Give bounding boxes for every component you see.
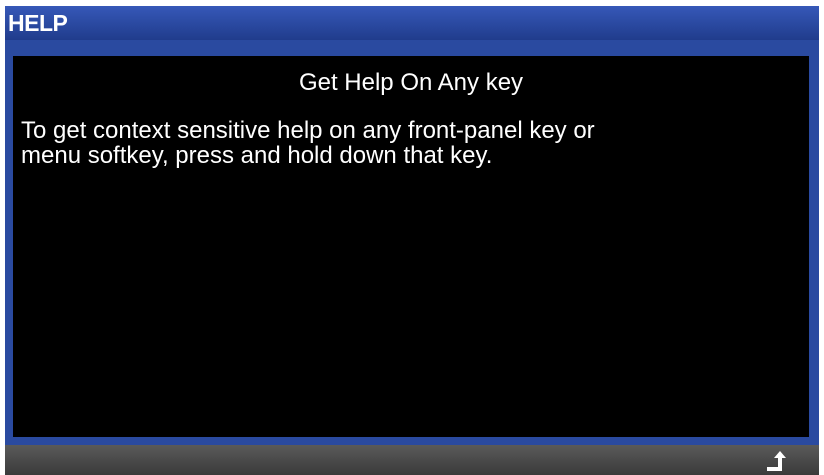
softkey-bar [5,445,819,475]
help-heading: Get Help On Any key [298,69,524,96]
help-body-text: To get context sensitive help on any fro… [21,118,805,168]
help-body-line: To get context sensitive help on any fro… [21,117,595,144]
window-title: HELP [8,10,68,36]
help-content-panel: Get Help On Any key To get context sensi… [13,56,809,437]
return-softkey[interactable] [763,449,789,473]
help-window: HELP Get Help On Any key To get context … [5,6,819,475]
help-body-line: menu softkey, press and hold down that k… [21,142,493,169]
instrument-screen: HELP Get Help On Any key To get context … [0,0,824,475]
return-arrow-icon [767,451,786,471]
title-bar: HELP [5,6,819,40]
